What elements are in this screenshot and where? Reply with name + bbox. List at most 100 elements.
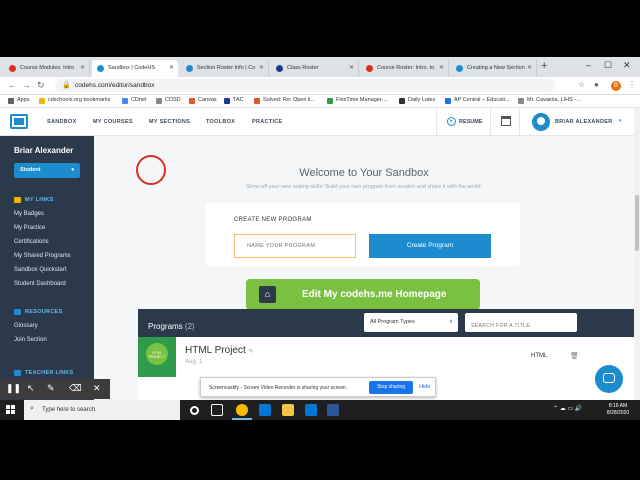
cortana-icon[interactable]	[190, 406, 199, 415]
nav-sandbox[interactable]: SANDBOX	[47, 119, 77, 125]
nav-my-courses[interactable]: MY COURSES	[93, 119, 133, 125]
sidebar-item-student-dashboard[interactable]: Student Dashboard	[14, 281, 66, 287]
sidebar-user-name: Briar Alexander	[14, 146, 74, 155]
taskbar-clock[interactable]: 8:16 AM 8/28/2020	[598, 403, 638, 417]
user-avatar[interactable]	[532, 113, 550, 131]
close-icon[interactable]: ✕	[259, 64, 264, 71]
codehs-logo-icon[interactable]	[10, 114, 28, 129]
pointer-icon[interactable]: ↖	[27, 383, 35, 394]
bookmark-favicon-icon	[254, 98, 260, 104]
nav-toolbox[interactable]: TOOLBOX	[206, 119, 235, 125]
eraser-icon[interactable]: ⌫	[69, 383, 82, 394]
sidebar-item-sandbox-quickstart[interactable]: Sandbox Quickstart	[14, 267, 66, 273]
scrollbar-thumb[interactable]	[635, 195, 639, 251]
bookmark-canvas[interactable]: Canvas	[189, 97, 217, 104]
close-icon[interactable]: ✕	[439, 64, 444, 71]
nav-my-sections[interactable]: MY SECTIONS	[149, 119, 190, 125]
reload-icon[interactable]: ↻	[37, 80, 45, 91]
edge-icon[interactable]	[259, 404, 271, 416]
sidebar-item-join-section[interactable]: Join Section	[14, 337, 47, 343]
sidebar: Briar Alexander Student ▾ MY LINKS My Ba…	[0, 136, 94, 420]
sidebar-item-certifications[interactable]: Certifications	[14, 239, 49, 245]
new-tab-button[interactable]: +	[541, 60, 547, 72]
sidebar-item-my-shared-programs[interactable]: My Shared Programs	[14, 253, 71, 259]
resume-label: RESUME	[459, 119, 483, 125]
file-explorer-icon[interactable]	[282, 404, 294, 416]
tab-sandbox-codehs[interactable]: Sandbox | CodeHS ✕	[92, 60, 178, 77]
chat-button[interactable]	[595, 365, 623, 393]
sidebar-item-my-practice[interactable]: My Practice	[14, 225, 45, 231]
pause-icon[interactable]: ❚❚	[6, 383, 21, 394]
menu-icon[interactable]: ⋮	[628, 80, 636, 89]
chevron-down-icon[interactable]: ▾	[619, 118, 622, 124]
url-field[interactable]: 🔒 codehs.com/editor/sandbox	[55, 79, 555, 92]
calendar-button[interactable]	[490, 108, 520, 136]
word-icon[interactable]	[327, 404, 339, 416]
program-type-select[interactable]: All Program Types ⬍	[364, 313, 458, 332]
resume-button[interactable]: ▸ RESUME	[436, 108, 490, 136]
bookmark-ap-central[interactable]: AP Central – Educati...	[445, 97, 510, 104]
close-window-button[interactable]: ✕	[623, 60, 631, 71]
program-type-value: All Program Types	[370, 319, 415, 325]
sidebar-item-glossary[interactable]: Glossary	[14, 323, 38, 329]
forward-arrow-icon[interactable]: →	[22, 80, 31, 90]
bookmark-label: Solved: Re: Open li...	[263, 97, 315, 103]
minimize-button[interactable]: –	[586, 60, 591, 70]
profile-avatar[interactable]: B	[611, 81, 621, 91]
system-tray-icons[interactable]: ⌃ ☁ ▭ 🔊	[553, 405, 582, 412]
bookmark-apps[interactable]: Apps	[8, 97, 30, 104]
task-view-icon[interactable]	[211, 404, 223, 416]
edit-homepage-button[interactable]: ⌂ Edit My codehs.me Homepage	[246, 279, 480, 310]
tab-favicon-icon	[276, 65, 283, 72]
role-dropdown[interactable]: Student ▾	[14, 163, 80, 178]
close-icon[interactable]: ✕	[349, 64, 354, 71]
page-subtitle: Show off your new coding skills! Build y…	[245, 184, 483, 190]
pen-icon[interactable]: ✎	[47, 383, 55, 394]
tab-creating-section[interactable]: Creating a New Section ✕	[451, 60, 537, 77]
bookmark-cdsd[interactable]: CDSD	[156, 97, 181, 104]
taskbar-search-input[interactable]: ⌕ Type here to search	[24, 400, 180, 420]
star-icon[interactable]: ☆	[578, 80, 585, 89]
windows-start-icon[interactable]	[6, 405, 16, 415]
bookmark-solved[interactable]: Solved: Re: Open li...	[254, 97, 315, 104]
bookmark-mr-cavaiola[interactable]: Mr. Cavaiola, LIHS -...	[518, 97, 581, 104]
trash-icon[interactable]: 🗑	[570, 352, 579, 360]
user-name[interactable]: BRIAR ALEXANDER	[555, 119, 612, 125]
close-icon[interactable]: ✕	[93, 383, 101, 394]
tab-section-roster[interactable]: Section Roster Info | Co ✕	[181, 60, 269, 77]
programs-title: Programs (2)	[148, 322, 195, 331]
program-thumbnail[interactable]: HTML PROJECT	[138, 337, 176, 377]
create-program-button[interactable]: Create Program	[369, 234, 491, 258]
create-program-label: CREATE NEW PROGRAM	[234, 217, 312, 223]
bookmark-daily-lates[interactable]: Daily Lates	[399, 97, 435, 104]
stop-sharing-button[interactable]: Stop sharing	[369, 381, 413, 394]
tab-course-roster[interactable]: Course Roster: Intro. to ✕	[361, 60, 449, 77]
back-arrow-icon[interactable]: ←	[8, 80, 17, 90]
folder-icon	[14, 197, 21, 203]
thumbnail-badge: HTML PROJECT	[146, 343, 168, 365]
pencil-icon[interactable]: ✎	[249, 349, 254, 355]
close-icon[interactable]: ✕	[80, 64, 85, 71]
outlook-icon[interactable]	[305, 404, 317, 416]
program-name-input[interactable]	[234, 234, 356, 258]
extension-icon[interactable]: ●	[594, 80, 599, 89]
program-search-input[interactable]	[465, 313, 577, 332]
hide-button[interactable]: Hide	[419, 384, 430, 390]
chrome-icon[interactable]	[232, 404, 252, 420]
scrollbar-track[interactable]	[634, 108, 640, 420]
close-icon[interactable]: ✕	[169, 64, 174, 71]
program-name[interactable]: HTML Project ✎	[185, 345, 254, 356]
bookmark-flextime[interactable]: FlexTime Manager-...	[327, 97, 388, 104]
bookmark-cdnet[interactable]: CDnet	[122, 97, 147, 104]
bookmark-cdschools[interactable]: cdschools.org bookmarks	[39, 97, 110, 104]
close-icon[interactable]: ✕	[527, 64, 532, 71]
tab-class-roster[interactable]: Class Roster ✕	[271, 60, 359, 77]
bookmark-favicon-icon	[445, 98, 451, 104]
bookmark-tac[interactable]: TAC	[224, 97, 244, 104]
nav-practice[interactable]: PRACTICE	[252, 119, 283, 125]
url-text: codehs.com/editor/sandbox	[75, 82, 155, 89]
tab-course-modules[interactable]: Course Modules: Intro ✕	[4, 60, 90, 77]
sidebar-item-my-badges[interactable]: My Badges	[14, 211, 44, 217]
apps-grid-icon	[8, 98, 14, 104]
maximize-button[interactable]: ☐	[604, 60, 612, 71]
